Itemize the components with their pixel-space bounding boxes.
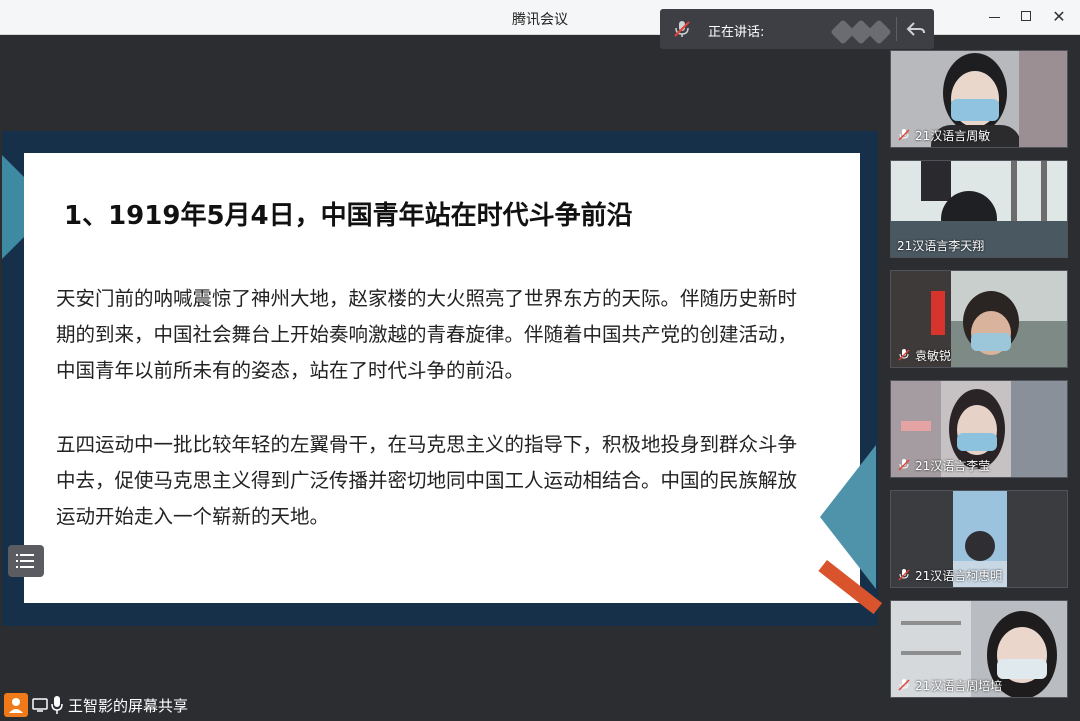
muted-mic-icon — [898, 569, 910, 581]
screen-share-icon — [32, 698, 48, 712]
muted-mic-icon — [674, 21, 690, 37]
maximize-icon — [1021, 11, 1031, 21]
maximize-button[interactable] — [1014, 6, 1040, 28]
speaking-label: 正在讲话: — [708, 25, 765, 40]
close-button[interactable]: ✕ — [1046, 6, 1072, 28]
close-icon: ✕ — [1052, 7, 1066, 26]
collapse-button[interactable] — [904, 18, 928, 40]
slide-paragraph-1: 天安门前的呐喊震惊了神州大地，赵家楼的大火照亮了世界东方的天际。伴随历史新时期的… — [56, 287, 798, 382]
speaking-indicator: 正在讲话: — [660, 9, 934, 49]
muted-mic-icon — [898, 129, 910, 141]
participant-tile[interactable]: 21汉语言李莹 — [890, 380, 1068, 478]
participant-name: 袁敏锐 — [915, 348, 952, 363]
muted-mic-icon — [898, 679, 910, 691]
participant-tile[interactable]: 21汉语言柯惠明 — [890, 490, 1068, 588]
participant-tile[interactable]: 21汉语言周培培 — [890, 600, 1068, 698]
participant-name: 21汉语言柯惠明 — [915, 568, 1003, 583]
participant-name: 21汉语言李莹 — [915, 458, 991, 473]
speaker-avatar-icon — [866, 19, 892, 45]
muted-mic-icon — [898, 349, 910, 361]
shared-screen: 1、1919年5月4日，中国青年站在时代斗争前沿 天安门前的呐喊震惊了神州大地，… — [2, 35, 883, 718]
minimize-icon — [989, 17, 1000, 18]
screen-share-label: 王智影的屏幕共享 — [68, 697, 189, 715]
participant-name: 21汉语言周敏 — [915, 128, 991, 143]
slide-paragraph-2: 五四运动中一批比较年轻的左翼骨干，在马克思主义的指导下，积极地投身到群众斗争中去… — [56, 433, 798, 528]
back-arrow-icon — [906, 22, 925, 36]
list-toggle-button[interactable] — [8, 545, 44, 577]
user-icon[interactable] — [4, 693, 28, 717]
screen-share-bar: 王智影的屏幕共享 — [0, 691, 218, 719]
participant-tile[interactable]: 袁敏锐 — [890, 270, 1068, 368]
participant-name: 21汉语言李天翔 — [897, 238, 985, 253]
muted-mic-icon — [898, 459, 910, 471]
participant-tile[interactable]: 21汉语言李天翔 — [890, 160, 1068, 258]
participant-tile[interactable]: 21汉语言周敏 — [890, 50, 1068, 148]
minimize-button[interactable] — [982, 6, 1008, 28]
participant-name: 21汉语言周培培 — [915, 678, 1003, 693]
slide-title: 1、1919年5月4日，中国青年站在时代斗争前沿 — [64, 201, 633, 231]
mic-icon — [51, 696, 63, 714]
